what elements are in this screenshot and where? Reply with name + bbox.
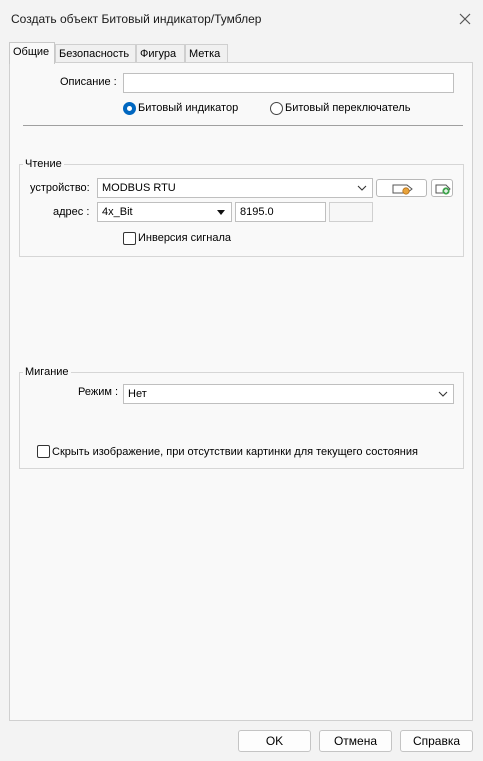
radio-bit-switch-label[interactable]: Битовый переключатель xyxy=(285,102,410,114)
add-tag-icon xyxy=(435,184,451,195)
add-tag-button[interactable] xyxy=(431,179,453,197)
address-value: 8195.0 xyxy=(240,206,274,218)
tab-shape[interactable]: Фигура xyxy=(136,44,185,63)
close-icon[interactable] xyxy=(455,9,475,29)
device-label: устройство: xyxy=(30,182,90,194)
tab-strip: Общие Безопасность Фигура Метка xyxy=(9,42,473,64)
help-button[interactable]: Справка xyxy=(400,730,473,752)
tab-label[interactable]: Метка xyxy=(185,44,228,63)
description-input[interactable] xyxy=(123,73,454,93)
title-bar: Создать объект Битовый индикатор/Тумблер xyxy=(0,0,483,36)
address-input[interactable]: 8195.0 xyxy=(235,202,326,222)
tab-panel-general: Описание : Битовый индикатор Битовый пер… xyxy=(9,62,473,721)
caret-down-icon xyxy=(217,210,225,215)
device-value: MODBUS RTU xyxy=(102,182,176,194)
description-label: Описание : xyxy=(60,76,117,88)
radio-bit-indicator-label[interactable]: Битовый индикатор xyxy=(138,102,238,114)
chevron-down-icon xyxy=(438,391,448,397)
separator xyxy=(23,125,463,126)
tag-select-button[interactable] xyxy=(376,179,427,197)
blink-mode-value: Нет xyxy=(128,388,147,400)
invert-signal-checkbox[interactable] xyxy=(123,232,136,245)
read-group-title: Чтение xyxy=(23,158,64,170)
blink-mode-select[interactable]: Нет xyxy=(123,384,454,404)
blink-group-title: Мигание xyxy=(23,366,71,378)
address-type-value: 4x_Bit xyxy=(102,206,133,218)
radio-bit-indicator[interactable] xyxy=(123,102,136,115)
address-type-select[interactable]: 4x_Bit xyxy=(97,202,232,222)
hide-image-checkbox[interactable] xyxy=(37,445,50,458)
radio-bit-switch[interactable] xyxy=(270,102,283,115)
blink-mode-label: Режим : xyxy=(78,386,119,398)
tab-security[interactable]: Безопасность xyxy=(55,44,136,63)
window-title: Создать объект Битовый индикатор/Тумблер xyxy=(11,12,262,26)
tab-general[interactable]: Общие xyxy=(9,42,55,64)
address-extra-field xyxy=(329,202,373,222)
ok-button[interactable]: OK xyxy=(238,730,311,752)
hide-image-label[interactable]: Скрыть изображение, при отсутствии карти… xyxy=(52,446,418,458)
invert-signal-label[interactable]: Инверсия сигнала xyxy=(138,232,231,244)
device-select[interactable]: MODBUS RTU xyxy=(97,178,373,198)
address-label: адрес : xyxy=(53,206,90,218)
cancel-button[interactable]: Отмена xyxy=(319,730,392,752)
chevron-down-icon xyxy=(357,185,367,191)
tag-icon xyxy=(392,184,413,195)
